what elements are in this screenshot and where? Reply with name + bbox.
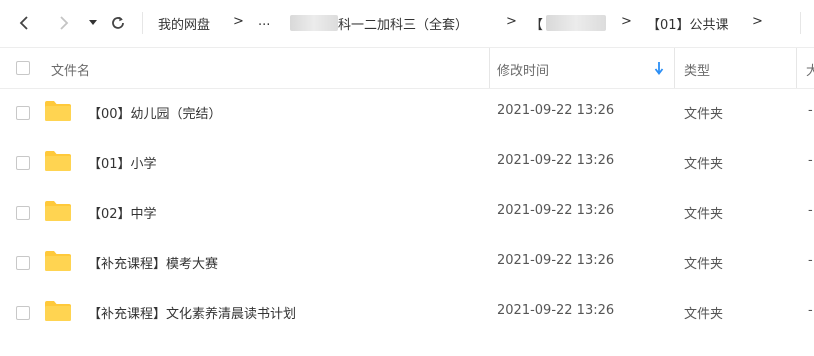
back-button[interactable] — [14, 13, 34, 33]
breadcrumb-separator: > — [233, 14, 244, 29]
folder-icon — [45, 151, 71, 171]
breadcrumb-separator: > — [752, 14, 763, 29]
folder-icon — [45, 101, 71, 121]
breadcrumb-redacted — [546, 15, 606, 31]
nav-divider — [800, 12, 801, 34]
folder-icon — [45, 301, 71, 321]
column-header-modified[interactable]: 修改时间 — [497, 60, 549, 79]
refresh-icon — [112, 16, 124, 29]
folder-icon — [45, 201, 71, 221]
file-name[interactable]: 【补充课程】文化素养清晨读书计划 — [88, 303, 296, 322]
history-dropdown-button[interactable] — [86, 13, 100, 33]
caret-down-icon — [89, 20, 97, 25]
breadcrumb-separator: > — [621, 14, 632, 29]
file-list-header: 文件名 修改时间 类型 大 — [0, 47, 814, 89]
file-row[interactable]: 【补充课程】模考大赛 2021-09-22 13:26 文件夹 - — [0, 237, 814, 287]
breadcrumb-current[interactable]: 【01】公共课 — [647, 14, 729, 33]
file-modified: 2021-09-22 13:26 — [497, 103, 615, 118]
file-row[interactable]: 【01】小学 2021-09-22 13:26 文件夹 - — [0, 137, 814, 187]
file-size: - — [808, 203, 813, 218]
file-row[interactable]: 【补充课程】文化素养清晨读书计划 2021-09-22 13:26 文件夹 - — [0, 287, 814, 337]
file-size: - — [808, 303, 813, 318]
file-type: 文件夹 — [684, 107, 724, 122]
file-size: - — [808, 103, 813, 118]
row-checkbox[interactable] — [16, 306, 30, 320]
breadcrumb-separator: > — [506, 14, 517, 29]
arrow-down-icon[interactable] — [654, 61, 664, 75]
file-size: - — [808, 253, 813, 268]
file-type: 文件夹 — [684, 157, 724, 172]
column-divider[interactable] — [796, 48, 797, 88]
chevron-left-icon — [19, 16, 28, 30]
breadcrumb-ellipsis[interactable]: ... — [258, 14, 270, 29]
forward-button[interactable] — [54, 13, 74, 33]
file-modified: 2021-09-22 13:26 — [497, 203, 615, 218]
file-row[interactable]: 【00】幼儿园（完结） 2021-09-22 13:26 文件夹 - — [0, 87, 814, 137]
file-name[interactable]: 【02】中学 — [88, 203, 157, 222]
breadcrumb-course[interactable]: 科一二加科三（全套） — [338, 14, 468, 33]
file-name[interactable]: 【01】小学 — [88, 153, 157, 172]
row-checkbox[interactable] — [16, 206, 30, 220]
file-type: 文件夹 — [684, 207, 724, 222]
file-size: - — [808, 153, 813, 168]
chevron-right-icon — [60, 16, 69, 30]
folder-icon — [45, 251, 71, 271]
breadcrumb-root[interactable]: 我的网盘 — [158, 14, 210, 33]
file-modified: 2021-09-22 13:26 — [497, 253, 615, 268]
column-header-type[interactable]: 类型 — [684, 60, 710, 79]
file-row[interactable]: 【02】中学 2021-09-22 13:26 文件夹 - — [0, 187, 814, 237]
row-checkbox[interactable] — [16, 156, 30, 170]
file-modified: 2021-09-22 13:26 — [497, 153, 615, 168]
breadcrumb-third[interactable]: 【 — [530, 14, 543, 33]
file-type: 文件夹 — [684, 307, 724, 322]
row-checkbox[interactable] — [16, 106, 30, 120]
refresh-button[interactable] — [108, 13, 128, 33]
file-type: 文件夹 — [684, 257, 724, 272]
breadcrumb-redacted — [290, 15, 338, 31]
file-name[interactable]: 【00】幼儿园（完结） — [88, 103, 222, 122]
row-checkbox[interactable] — [16, 256, 30, 270]
nav-divider — [142, 12, 143, 34]
select-all-checkbox[interactable] — [16, 61, 30, 75]
file-modified: 2021-09-22 13:26 — [497, 303, 615, 318]
column-divider[interactable] — [489, 48, 490, 88]
column-header-name[interactable]: 文件名 — [51, 60, 90, 79]
file-name[interactable]: 【补充课程】模考大赛 — [88, 253, 218, 272]
column-divider[interactable] — [674, 48, 675, 88]
navigation-bar: 我的网盘 > ... 科一二加科三（全套） > 【 > 【01】公共课 > — [0, 0, 814, 46]
column-header-size[interactable]: 大 — [806, 60, 814, 79]
